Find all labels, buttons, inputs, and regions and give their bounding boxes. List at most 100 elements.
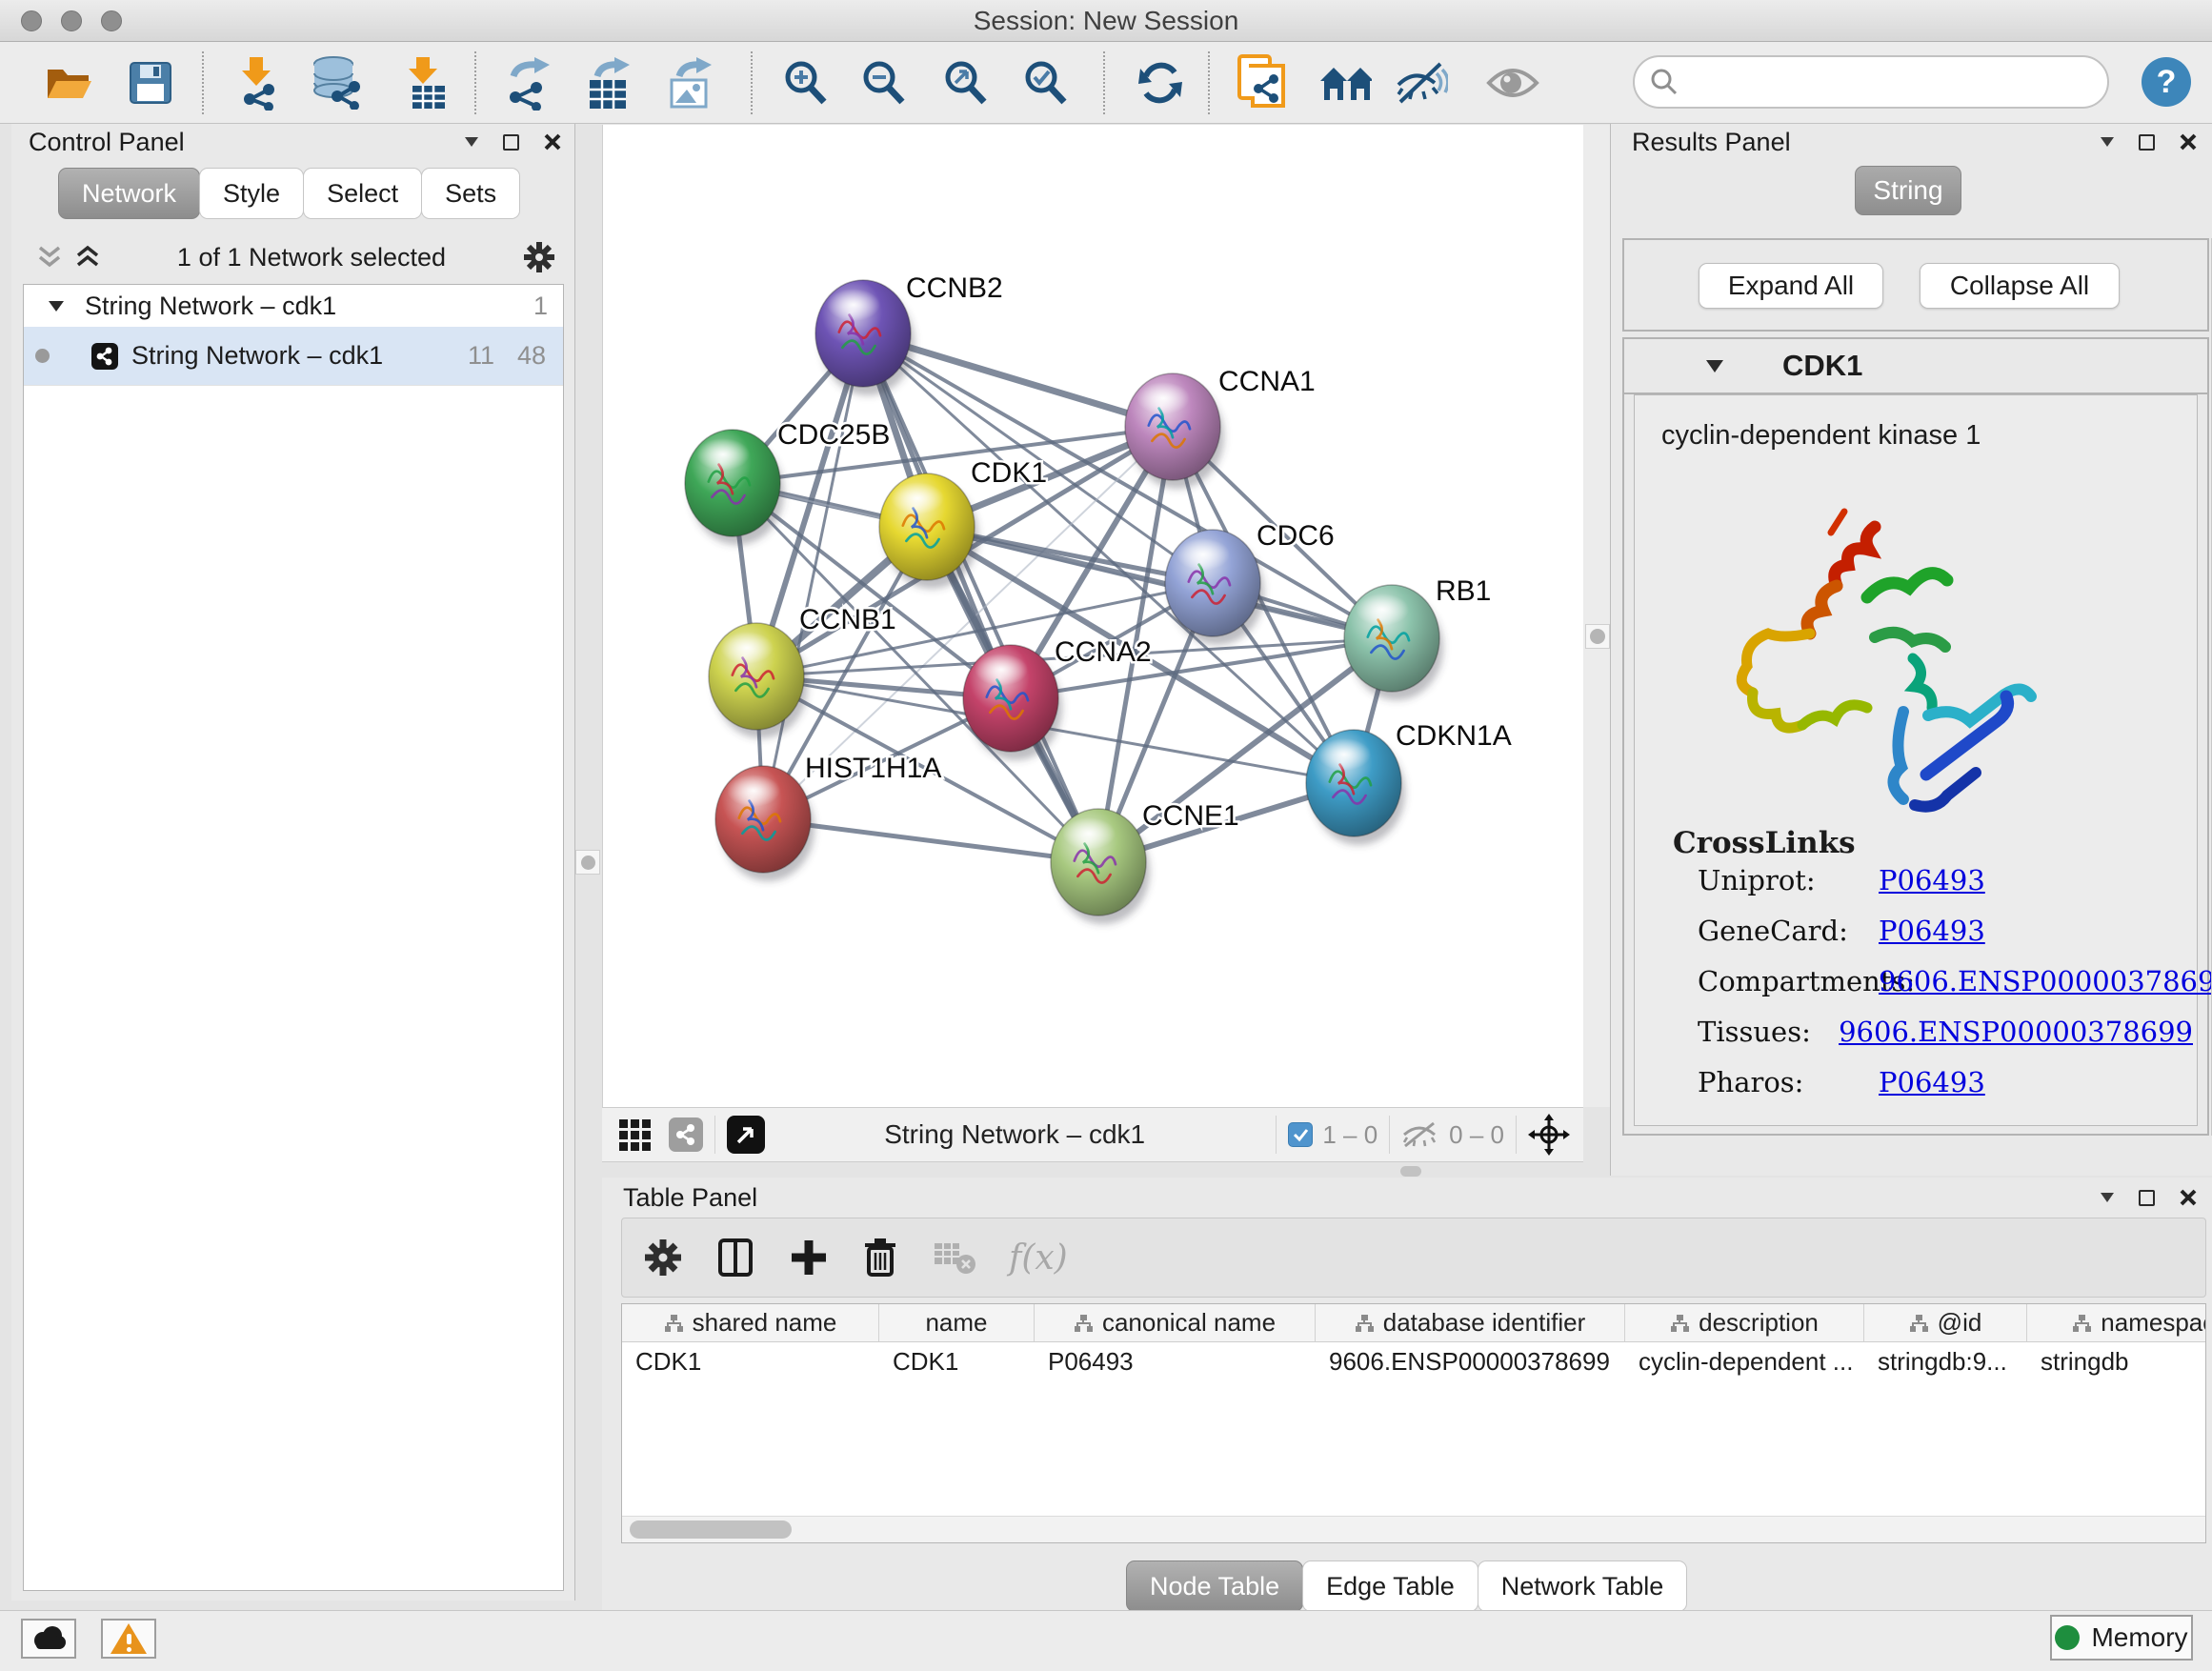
close-panel-icon[interactable] <box>544 133 561 151</box>
collapse-panel-icon[interactable] <box>2101 1193 2114 1202</box>
crosslink-value-link[interactable]: P06493 <box>1879 915 1985 966</box>
export-table-icon[interactable] <box>581 55 634 111</box>
crosslink-value-link[interactable]: P06493 <box>1879 864 1985 916</box>
column-header-database-identifier[interactable]: database identifier <box>1316 1304 1625 1341</box>
tab-sets[interactable]: Sets <box>421 168 520 219</box>
table-cell[interactable]: CDK1 <box>622 1342 879 1380</box>
help-button[interactable]: ? <box>2142 57 2191 107</box>
zoom-fit-content-icon[interactable] <box>939 55 993 111</box>
column-header-namespace[interactable]: namespace <box>2027 1304 2206 1341</box>
collapse-all-button[interactable]: Collapse All <box>1920 263 2120 309</box>
save-session-icon[interactable] <box>124 55 177 111</box>
import-network-file-icon[interactable] <box>231 55 284 111</box>
close-window-button[interactable] <box>21 10 42 31</box>
table-cell[interactable]: P06493 <box>1035 1342 1316 1380</box>
close-panel-icon[interactable] <box>2180 1189 2197 1206</box>
scrollbar-thumb[interactable] <box>630 1520 792 1539</box>
network-share-view-icon[interactable] <box>669 1117 703 1152</box>
selected-checkbox-icon[interactable] <box>1288 1122 1313 1147</box>
hide-selection-eye-icon[interactable] <box>1395 55 1448 111</box>
tab-node-table[interactable]: Node Table <box>1126 1560 1303 1612</box>
import-network-database-icon[interactable] <box>312 55 366 111</box>
column-header-canonical-name[interactable]: canonical name <box>1035 1304 1316 1341</box>
crosslink-value-link[interactable]: P06493 <box>1879 1066 1985 1117</box>
float-panel-icon[interactable] <box>2139 1190 2155 1206</box>
table-cell[interactable]: CDK1 <box>879 1342 1035 1380</box>
refresh-icon[interactable] <box>1134 55 1187 111</box>
edge-CCNB2-HIST1H1A[interactable] <box>763 333 863 819</box>
crosslink-row: GeneCard:P06493 <box>1698 915 2193 966</box>
column-header-description[interactable]: description <box>1625 1304 1864 1341</box>
column-header-name[interactable]: name <box>879 1304 1035 1341</box>
detach-view-icon[interactable] <box>727 1116 765 1154</box>
tab-network[interactable]: Network <box>58 168 200 219</box>
import-table-file-icon[interactable] <box>398 55 452 111</box>
zoom-in-icon[interactable] <box>779 55 833 111</box>
column-header--id[interactable]: @id <box>1864 1304 2027 1341</box>
add-column-plus-icon[interactable] <box>790 1238 828 1277</box>
table-cell[interactable]: cyclin-dependent ... <box>1625 1342 1864 1380</box>
node-CDKN1A[interactable]: CDKN1A <box>1306 720 1512 845</box>
export-image-icon[interactable] <box>663 55 716 111</box>
table-row[interactable]: CDK1CDK1P064939606.ENSP00000378699cyclin… <box>622 1342 2205 1380</box>
float-panel-icon[interactable] <box>503 134 519 151</box>
collection-expand-icon[interactable] <box>49 301 64 312</box>
node-CCNE1[interactable]: CCNE1 <box>1051 800 1239 924</box>
table-header-row: shared namenamecanonical namedatabase id… <box>622 1304 2205 1342</box>
cloud-button[interactable] <box>21 1619 76 1659</box>
tab-string[interactable]: String <box>1855 166 1961 215</box>
horizontal-splitter-handle[interactable] <box>1400 1166 1421 1177</box>
collapse-panel-icon[interactable] <box>465 137 478 147</box>
minimize-window-button[interactable] <box>61 10 82 31</box>
close-panel-icon[interactable] <box>2180 133 2197 151</box>
export-network-icon[interactable] <box>499 55 553 111</box>
hidden-eye-icon[interactable] <box>1401 1119 1439 1150</box>
pan-crosshair-icon[interactable] <box>1528 1114 1570 1156</box>
delete-table-icon[interactable] <box>933 1239 976 1276</box>
maximize-window-button[interactable] <box>101 10 122 31</box>
expand-all-chevron-icon[interactable] <box>74 244 101 271</box>
result-entry-header[interactable]: CDK1 <box>1624 339 2207 394</box>
left-splitter-handle[interactable] <box>575 850 600 875</box>
collapse-panel-icon[interactable] <box>2101 137 2114 147</box>
open-session-icon[interactable] <box>42 55 95 111</box>
search-input[interactable] <box>1679 68 2088 97</box>
network-row[interactable]: String Network – cdk1 11 48 <box>24 327 563 386</box>
node-RB1[interactable]: RB1 <box>1344 575 1491 700</box>
tab-network-table[interactable]: Network Table <box>1478 1560 1688 1612</box>
network-collection-row[interactable]: String Network – cdk1 1 <box>24 285 563 327</box>
show-graphics-details-eye-icon[interactable] <box>1486 55 1539 111</box>
zoom-out-icon[interactable] <box>857 55 911 111</box>
table-horizontal-scrollbar[interactable] <box>622 1516 2205 1542</box>
table-cell[interactable]: 9606.ENSP00000378699 <box>1316 1342 1625 1380</box>
entry-collapse-icon[interactable] <box>1706 360 1723 372</box>
crosslink-value-link[interactable]: 9606.ENSP00000378699 <box>1839 1016 2193 1067</box>
first-neighbors-icon[interactable] <box>1318 55 1372 111</box>
grid-view-icon[interactable] <box>617 1116 655 1154</box>
table-cell[interactable]: stringdb <box>2027 1342 2206 1380</box>
tab-edge-table[interactable]: Edge Table <box>1302 1560 1478 1612</box>
warnings-button[interactable] <box>101 1619 156 1659</box>
tab-style[interactable]: Style <box>199 168 304 219</box>
new-network-from-selection-icon[interactable] <box>1235 55 1288 111</box>
collapse-all-chevron-icon[interactable] <box>36 244 63 271</box>
node-HIST1H1A[interactable]: HIST1H1A <box>715 753 941 881</box>
network-canvas[interactable]: CCNB2CCNA1CDC25BCDK1CDC6RB1CCNB1CCNA2CDK… <box>602 125 1583 1107</box>
memory-button[interactable]: Memory <box>2050 1615 2193 1661</box>
node-table: shared namenamecanonical namedatabase id… <box>621 1303 2206 1543</box>
node-CDK1[interactable]: CDK1 <box>879 457 1047 589</box>
expand-all-button[interactable]: Expand All <box>1699 263 1883 309</box>
delete-trash-icon[interactable] <box>862 1237 898 1278</box>
column-header-shared-name[interactable]: shared name <box>622 1304 879 1341</box>
table-cell[interactable]: stringdb:9... <box>1864 1342 2027 1380</box>
network-options-gear-icon[interactable] <box>522 240 556 274</box>
show-columns-icon[interactable] <box>717 1238 755 1278</box>
table-options-gear-icon[interactable] <box>643 1238 683 1278</box>
crosslink-value-link[interactable]: 9606.ENSP00000378699 <box>1879 965 2212 1017</box>
vertical-splitter-handle[interactable] <box>1585 624 1610 649</box>
vertical-splitter[interactable] <box>1583 125 1612 1107</box>
node-CDC6[interactable]: CDC6 <box>1165 520 1335 645</box>
float-panel-icon[interactable] <box>2139 134 2155 151</box>
tab-select[interactable]: Select <box>303 168 422 219</box>
zoom-selected-icon[interactable] <box>1019 55 1073 111</box>
